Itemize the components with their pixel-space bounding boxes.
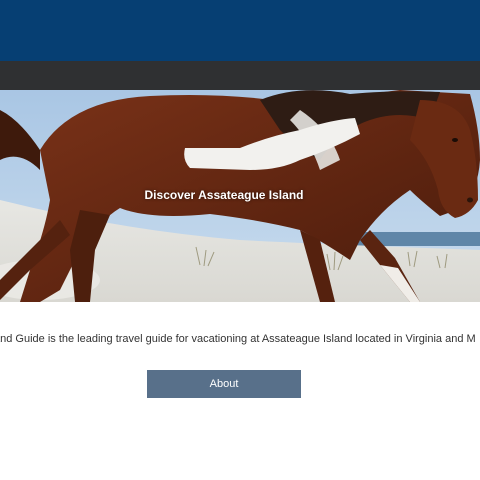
nav-bar (0, 61, 480, 90)
hero-banner: Discover Assateague Island (0, 90, 480, 302)
page: Discover Assateague Island and Guide is … (0, 0, 480, 480)
site-header (0, 0, 480, 61)
intro-text: and Guide is the leading travel guide fo… (0, 333, 476, 345)
hero-title: Discover Assateague Island (144, 188, 304, 202)
about-button[interactable]: About (147, 370, 301, 398)
